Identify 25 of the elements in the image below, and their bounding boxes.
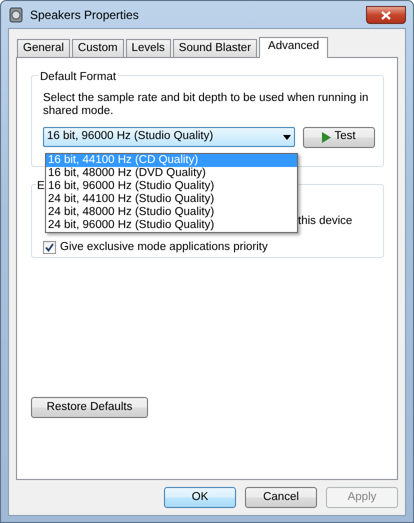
caret-icon	[283, 134, 291, 140]
dropdown-option[interactable]: 24 bit, 44100 Hz (Studio Quality)	[46, 193, 297, 206]
checkbox[interactable]	[43, 241, 56, 254]
close-icon	[381, 10, 391, 20]
restore-defaults-button[interactable]: Restore Defaults	[31, 397, 148, 418]
tab[interactable]: Custom	[72, 39, 124, 57]
tab[interactable]: Sound Blaster	[172, 39, 258, 57]
window-title: Speakers Properties	[30, 6, 139, 24]
tab[interactable]: General	[17, 39, 70, 57]
speaker-icon	[8, 6, 24, 22]
dialog-button[interactable]: Cancel	[245, 487, 317, 508]
test-button[interactable]: Test	[303, 126, 375, 148]
description-text: Select the sample rate and bit depth to be used when running in shared mode.	[43, 92, 370, 118]
checkbox-label[interactable]: Give exclusive mode applications priority	[60, 241, 268, 254]
tab[interactable]: Advanced	[259, 37, 328, 58]
description-text: this device	[298, 214, 352, 228]
play-icon	[322, 132, 332, 142]
dropdown-option[interactable]: 16 bit, 48000 Hz (DVD Quality)	[46, 167, 297, 180]
dropdown-option[interactable]: 24 bit, 96000 Hz (Studio Quality)	[46, 219, 297, 232]
dropdown-option[interactable]: 24 bit, 48000 Hz (Studio Quality)	[46, 206, 297, 219]
dialog-button[interactable]: OK	[164, 487, 236, 508]
dropdown-option[interactable]: 16 bit, 96000 Hz (Studio Quality)	[46, 180, 297, 193]
close-button[interactable]	[366, 6, 406, 24]
tab[interactable]: Levels	[126, 39, 171, 57]
format-dropdown[interactable]: 16 bit, 96000 Hz (Studio Quality)	[43, 127, 295, 147]
